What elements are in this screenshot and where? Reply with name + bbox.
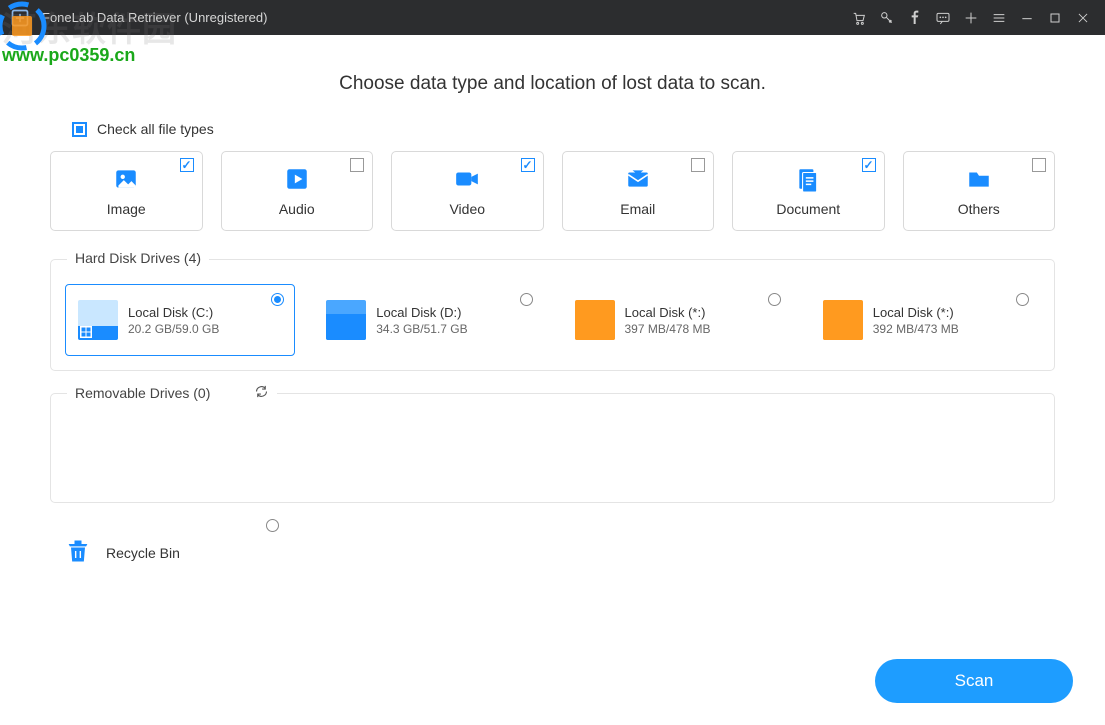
filetype-label: Audio [279,201,315,217]
scan-button[interactable]: Scan [875,659,1073,703]
cart-icon[interactable] [845,4,873,32]
removable-group: Removable Drives (0) [50,393,1055,503]
drive-radio[interactable] [1016,293,1029,306]
drive-radio[interactable] [520,293,533,306]
filetype-image[interactable]: Image [50,151,203,231]
filetype-folder[interactable]: Others [903,151,1056,231]
filetype-checkbox[interactable] [350,158,364,172]
titlebar: FoneLab Data Retriever (Unregistered) [0,0,1105,35]
recycle-radio[interactable] [266,519,279,532]
drive-name: Local Disk (*:) [873,304,959,322]
filetype-email[interactable]: Email [562,151,715,231]
check-all-label: Check all file types [97,121,214,137]
filetype-document[interactable]: Document [732,151,885,231]
audio-icon [283,165,311,193]
recycle-bin-option[interactable]: Recycle Bin [64,525,1055,581]
filetype-label: Image [107,201,146,217]
drive-radio[interactable] [271,293,284,306]
removable-group-title: Removable Drives (0) [67,384,277,402]
key-icon[interactable] [873,4,901,32]
image-icon [112,165,140,193]
disk-icon [326,300,366,340]
filetype-checkbox[interactable] [180,158,194,172]
filetype-checkbox[interactable] [1032,158,1046,172]
filetype-checkbox[interactable] [691,158,705,172]
menu-icon[interactable] [985,4,1013,32]
filetype-checkbox[interactable] [862,158,876,172]
plus-icon[interactable] [957,4,985,32]
drive-option[interactable]: Local Disk (D:)34.3 GB/51.7 GB [313,284,543,356]
hdd-group: Hard Disk Drives (4) Local Disk (C:)20.2… [50,259,1055,371]
drive-name: Local Disk (D:) [376,304,467,322]
check-all-checkbox[interactable] [72,122,87,137]
filetype-label: Email [620,201,655,217]
filetype-video[interactable]: Video [391,151,544,231]
folder-icon [965,165,993,193]
feedback-icon[interactable] [929,4,957,32]
filetype-label: Document [776,201,840,217]
filetype-audio[interactable]: Audio [221,151,374,231]
facebook-icon[interactable] [901,4,929,32]
disk-icon [823,300,863,340]
drive-option[interactable]: Local Disk (*:)397 MB/478 MB [562,284,792,356]
app-icon [8,6,32,30]
disk-icon [575,300,615,340]
disk-icon [78,300,118,340]
filetype-label: Others [958,201,1000,217]
check-all-filetypes[interactable]: Check all file types [72,121,1055,137]
drive-radio[interactable] [768,293,781,306]
trash-icon [64,537,92,570]
drive-name: Local Disk (C:) [128,304,219,322]
email-icon [624,165,652,193]
drive-option[interactable]: Local Disk (C:)20.2 GB/59.0 GB [65,284,295,356]
drive-name: Local Disk (*:) [625,304,711,322]
minimize-icon[interactable] [1013,4,1041,32]
drive-size: 20.2 GB/59.0 GB [128,322,219,336]
page-heading: Choose data type and location of lost da… [50,73,1055,95]
drive-size: 392 MB/473 MB [873,322,959,336]
drive-option[interactable]: Local Disk (*:)392 MB/473 MB [810,284,1040,356]
video-icon [453,165,481,193]
recycle-label: Recycle Bin [106,545,180,561]
maximize-icon[interactable] [1041,4,1069,32]
drive-size: 34.3 GB/51.7 GB [376,322,467,336]
document-icon [794,165,822,193]
close-icon[interactable] [1069,4,1097,32]
filetype-checkbox[interactable] [521,158,535,172]
app-title: FoneLab Data Retriever (Unregistered) [42,10,267,25]
filetype-label: Video [449,201,485,217]
refresh-icon[interactable] [254,384,269,402]
drive-size: 397 MB/478 MB [625,322,711,336]
hdd-group-title: Hard Disk Drives (4) [67,250,209,266]
